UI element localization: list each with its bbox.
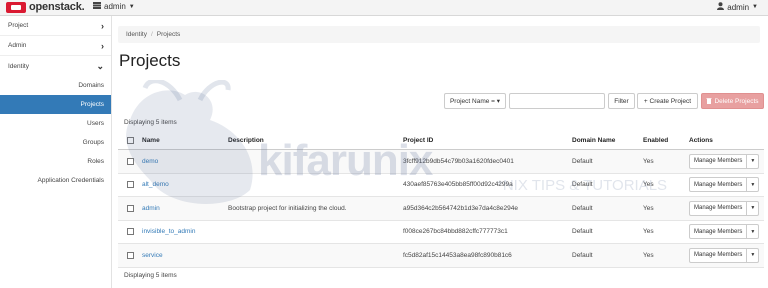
project-name-link[interactable]: invisible_to_admin: [142, 228, 228, 235]
project-id: f008ce267bc84bbd882cffc777773c1: [403, 228, 508, 236]
domain-name: Default: [572, 251, 593, 259]
manage-members-button-group: Manage Members ▼: [689, 247, 760, 263]
enabled-status: Yes: [643, 228, 654, 236]
user-menu-label: admin: [727, 2, 750, 12]
table-row: invisible_to_admin f008ce267bc84bbd882cf…: [118, 221, 764, 244]
project-id: a95d364c2b564742b1d3e7da4c8e294e: [403, 204, 518, 212]
actions-dropdown-toggle[interactable]: ▼: [747, 178, 758, 191]
table-row: alt_demo 430aef85763e405bb85ff00d92c4299…: [118, 174, 764, 197]
chevron-down-icon: ▼: [128, 3, 135, 10]
top-navbar: openstack. admin ▼ admin ▼: [0, 0, 768, 16]
col-header-name[interactable]: Name: [142, 137, 228, 144]
user-menu[interactable]: admin ▼: [717, 2, 758, 12]
breadcrumb-projects: Projects: [156, 31, 181, 38]
filter-input[interactable]: [509, 93, 605, 109]
enabled-status: Yes: [643, 251, 654, 259]
actions-dropdown-toggle[interactable]: ▼: [747, 202, 758, 215]
manage-members-button-group: Manage Members ▼: [689, 153, 760, 169]
manage-members-button-group: Manage Members ▼: [689, 200, 760, 216]
filter-button[interactable]: Filter: [608, 93, 635, 109]
delete-projects-label: Delete Projects: [714, 97, 759, 105]
sidebar-item-projects[interactable]: Projects: [0, 95, 111, 114]
project-description: Bootstrap project for initializing the c…: [228, 204, 347, 212]
sidebar-item-roles[interactable]: Roles: [0, 152, 111, 171]
project-name-link[interactable]: demo: [142, 158, 228, 165]
user-icon: [717, 2, 725, 12]
col-header-enabled[interactable]: Enabled: [643, 137, 689, 144]
sidebar-item-domains[interactable]: Domains: [0, 76, 111, 95]
domain-name: Default: [572, 204, 593, 212]
table-row: admin Bootstrap project for initializing…: [118, 197, 764, 221]
sidebar-section-identity[interactable]: Identity ⌄: [0, 56, 111, 76]
sidebar-item-groups[interactable]: Groups: [0, 133, 111, 152]
create-project-button[interactable]: + Create Project: [637, 93, 698, 109]
sidebar-section-admin[interactable]: Admin ›: [0, 36, 111, 56]
chevron-down-icon: ⌄: [96, 60, 104, 71]
breadcrumb-identity[interactable]: Identity: [126, 31, 147, 38]
watermark-tagline: *NIX TIPS & TUTORIALS: [497, 177, 668, 194]
brand-name: openstack.: [29, 1, 85, 13]
chevron-right-icon: ›: [101, 40, 104, 51]
table-header: Name Description Project ID Domain Name …: [118, 132, 764, 150]
delete-projects-button[interactable]: Delete Projects: [701, 93, 764, 109]
project-name-link[interactable]: admin: [142, 205, 228, 212]
manage-members-button[interactable]: Manage Members: [690, 154, 748, 168]
manage-members-button[interactable]: Manage Members: [690, 225, 748, 239]
sidebar-section-label: Project: [8, 22, 29, 29]
table-row: service fc5d82af15c14453a8ea98fc890b81c6…: [118, 244, 764, 268]
page-title: Projects: [119, 51, 181, 70]
sidebar: Project › Admin › Identity ⌄ Domains Pro…: [0, 16, 112, 288]
select-all-checkbox[interactable]: [118, 137, 142, 144]
breadcrumb-separator: /: [150, 31, 153, 38]
manage-members-button-group: Manage Members ▼: [689, 224, 760, 240]
actions-dropdown-toggle[interactable]: ▼: [747, 249, 758, 262]
table-row: demo 3fcff912b9db54c79b03a1620fdec0401 D…: [118, 150, 764, 174]
enabled-status: Yes: [643, 157, 654, 165]
row-checkbox[interactable]: [118, 204, 142, 212]
item-count-top: Displaying 5 items: [124, 119, 177, 126]
manage-members-button[interactable]: Manage Members: [690, 201, 748, 215]
row-checkbox[interactable]: [118, 181, 142, 189]
sidebar-item-application-credentials[interactable]: Application Credentials: [0, 171, 111, 190]
domain-name: Default: [572, 228, 593, 236]
stack-icon: [93, 2, 101, 11]
col-header-domain-name[interactable]: Domain Name: [572, 137, 643, 144]
sidebar-section-label: Identity: [8, 62, 29, 70]
row-checkbox[interactable]: [118, 157, 142, 165]
col-header-actions: Actions: [689, 137, 713, 144]
trash-icon: [706, 97, 712, 106]
enabled-status: Yes: [643, 204, 654, 212]
item-count-bottom: Displaying 5 items: [124, 272, 177, 279]
openstack-logo-icon: [6, 1, 26, 13]
row-checkbox[interactable]: [118, 228, 142, 236]
actions-dropdown-toggle[interactable]: ▼: [747, 225, 758, 238]
table-body: demo 3fcff912b9db54c79b03a1620fdec0401 D…: [118, 150, 764, 268]
domain-name: Default: [572, 157, 593, 165]
projects-table: Name Description Project ID Domain Name …: [118, 132, 764, 268]
sidebar-section-label: Admin: [8, 42, 27, 49]
project-switcher-label: admin: [104, 2, 126, 11]
project-name-link[interactable]: alt_demo: [142, 181, 228, 188]
openstack-logo[interactable]: openstack.: [6, 1, 85, 13]
row-checkbox[interactable]: [118, 251, 142, 259]
sidebar-item-users[interactable]: Users: [0, 114, 111, 133]
manage-members-button-group: Manage Members ▼: [689, 177, 760, 193]
chevron-down-icon: ▼: [752, 4, 758, 10]
actions-dropdown-toggle[interactable]: ▼: [747, 155, 758, 168]
manage-members-button[interactable]: Manage Members: [690, 248, 748, 262]
chevron-right-icon: ›: [101, 20, 104, 31]
sidebar-section-project[interactable]: Project ›: [0, 16, 111, 36]
project-switcher[interactable]: admin ▼: [93, 2, 135, 11]
project-name-link[interactable]: service: [142, 252, 228, 259]
filter-field-select[interactable]: Project Name = ▾: [444, 93, 506, 109]
manage-members-button[interactable]: Manage Members: [690, 178, 748, 192]
breadcrumb: Identity / Projects: [118, 26, 760, 43]
watermark-wordmark: kifarunix: [258, 136, 433, 185]
project-id: fc5d82af15c14453a8ea98fc890b81c6: [403, 251, 512, 259]
